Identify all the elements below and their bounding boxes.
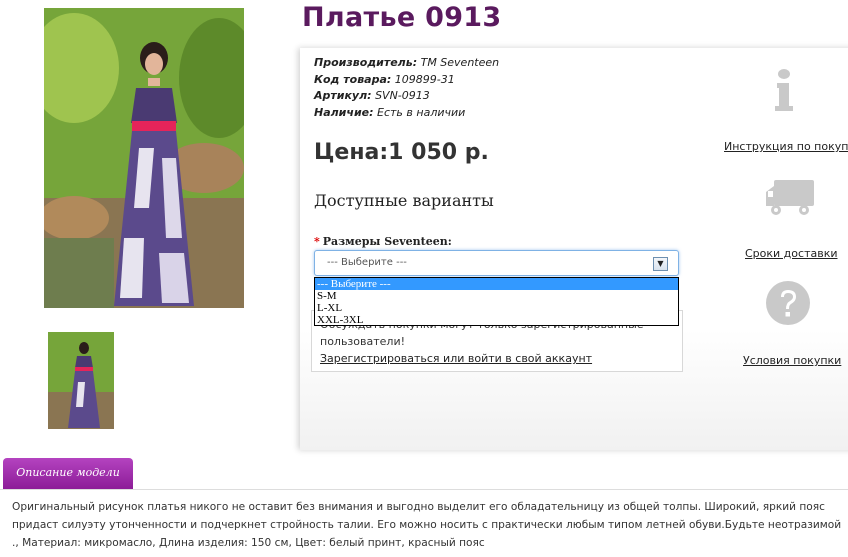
delivery-terms-link[interactable]: Сроки доставки [745,247,838,260]
size-option[interactable]: --- Выберите --- [315,278,678,290]
product-code-row: Код товара: 109899-31 [314,72,499,89]
size-option[interactable]: L-XL [315,302,678,314]
product-code-label: Код товара: [314,72,392,86]
variants-heading: Доступные варианты [314,191,494,210]
product-price: Цена:1 050 р. [314,140,489,165]
product-description: Оригинальный рисунок платья никого не ос… [12,501,842,549]
product-title: Платье 0913 [302,2,502,33]
product-photo-thumbnail[interactable] [48,332,114,429]
sku-label: Артикул: [314,89,372,102]
register-login-link[interactable]: Зарегистрироваться или войти в свой акка… [320,352,592,365]
size-select[interactable]: --- Выберите --- ▼ [314,250,679,276]
purchase-terms-link[interactable]: Условия покупки [743,354,841,367]
question-icon[interactable] [765,280,811,326]
info-icon[interactable] [772,68,796,112]
required-mark: * [314,235,320,248]
availability-row: Наличие: Есть в наличии [314,105,499,122]
instructions-link[interactable]: Инструкция по покупке [724,140,848,153]
manufacturer-label: Производитель: [314,56,418,69]
manufacturer-value: TM Seventeen [420,56,500,69]
availability-label: Наличие: [314,105,374,119]
size-select-value: --- Выберите --- [327,257,407,268]
manufacturer-row: Производитель: TM Seventeen [314,55,499,72]
product-code-value: 109899-31 [394,72,455,86]
size-label-text: Размеры Seventeen: [322,235,452,248]
product-meta: Производитель: TM Seventeen Код товара: … [314,55,499,121]
availability-value: Есть в наличии [377,105,466,119]
size-label: * Размеры Seventeen: [314,235,452,248]
tab-divider [0,489,848,490]
notice-text-line2: пользователи! [320,335,406,348]
sku-row: Артикул: SVN-0913 [314,88,499,105]
size-option[interactable]: S-M [315,290,678,302]
chevron-down-icon[interactable]: ▼ [653,257,668,271]
truck-icon[interactable] [764,178,816,218]
product-photo-main[interactable] [44,8,244,308]
tab-description[interactable]: Описание модели [3,458,133,490]
sku-value: SVN-0913 [375,89,430,102]
size-option[interactable]: XXL-3XL [315,314,678,326]
size-dropdown-list: --- Выберите --- S-M L-XL XXL-3XL [314,277,679,326]
